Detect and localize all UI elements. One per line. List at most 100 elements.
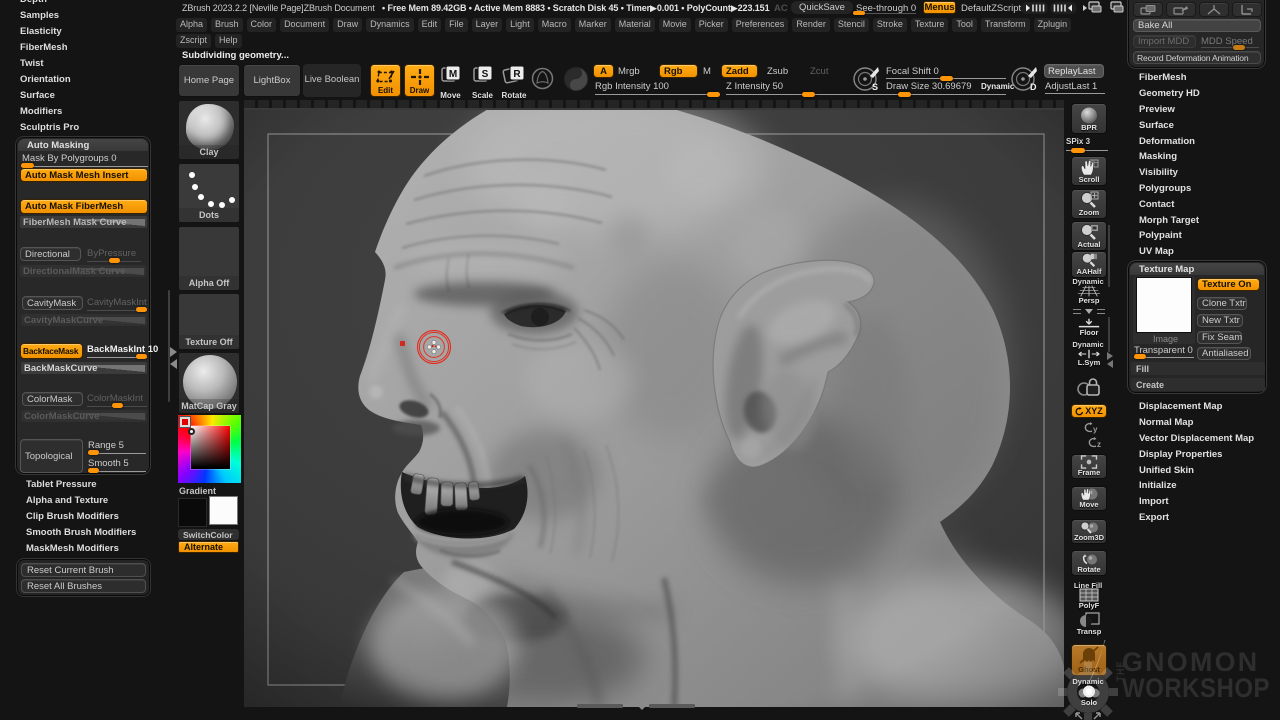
canvas-scroll-widget[interactable] xyxy=(577,702,695,710)
default-zscript-label[interactable]: DefaultZScript xyxy=(961,3,1021,14)
menu-item[interactable]: Stencil xyxy=(834,18,869,32)
lightbox-button[interactable]: LightBox xyxy=(243,64,301,97)
topological-button[interactable]: Topological xyxy=(20,439,83,473)
rotate-button[interactable]: R Rotate xyxy=(500,65,528,98)
menu-item[interactable]: Layer xyxy=(472,18,503,32)
tool-map-item[interactable]: Initialize xyxy=(1139,478,1254,494)
brush-modifier-item[interactable]: Alpha and Texture xyxy=(26,492,136,508)
zsub-label[interactable]: Zsub xyxy=(767,66,788,77)
rgb-button[interactable]: Rgb xyxy=(659,64,698,78)
mdd-speed-slider[interactable]: MDD Speed xyxy=(1201,36,1253,47)
tool-map-item[interactable]: Export xyxy=(1139,510,1254,526)
back-mask-curve[interactable]: BackMaskCurve xyxy=(21,362,147,374)
brush-subpalette-item[interactable]: FiberMesh xyxy=(20,40,79,56)
bpr-button[interactable]: BPR xyxy=(1071,103,1107,134)
move-button[interactable]: M Move xyxy=(437,65,464,98)
ghost-button[interactable]: Ghost xyxy=(1071,644,1107,676)
right-divider-arrow-left-icon[interactable] xyxy=(1107,360,1113,368)
actual-button[interactable]: Actual xyxy=(1071,221,1107,251)
menu-item[interactable]: Zplugin xyxy=(1034,18,1072,32)
scroll-down-arrow-icon[interactable] xyxy=(638,706,646,710)
menu-item[interactable]: Help xyxy=(215,34,242,48)
directional-mask-curve[interactable]: DirectionalMask Curve xyxy=(20,265,146,277)
switch-color-button[interactable]: SwitchColor xyxy=(178,529,239,540)
create-button[interactable]: Create xyxy=(1131,378,1265,391)
texture-map-header[interactable]: Texture Map xyxy=(1130,263,1264,275)
rotate-3d-button[interactable]: Rotate xyxy=(1071,550,1107,576)
auto-mask-fibermesh-button[interactable]: Auto Mask FiberMesh xyxy=(20,199,148,214)
auto-mask-mesh-insert-button[interactable]: Auto Mask Mesh Insert xyxy=(20,168,148,182)
rgb-intensity-slider[interactable]: Rgb Intensity 100 xyxy=(595,81,669,92)
fibermesh-mask-curve[interactable]: FiberMesh Mask Curve xyxy=(20,216,147,228)
frame-button[interactable]: Frame xyxy=(1071,454,1107,479)
tool-subpalette-item[interactable]: Masking xyxy=(1139,149,1200,165)
z-rotate-icon[interactable]: z xyxy=(1084,437,1102,449)
menu-item[interactable]: Zscript xyxy=(176,34,211,48)
spix-slider[interactable]: SPix 3 xyxy=(1066,137,1100,146)
reset-current-brush-button[interactable]: Reset Current Brush xyxy=(21,563,146,577)
menu-item[interactable]: Marker xyxy=(575,18,611,32)
texture-image-thumbnail[interactable] xyxy=(1136,277,1192,333)
mrgb-label[interactable]: Mrgb xyxy=(618,66,640,77)
tool-subpalette-item[interactable]: Deformation xyxy=(1139,133,1200,149)
right-tray-scrollbar[interactable] xyxy=(1108,225,1110,287)
z-intensity-slider[interactable]: Z Intensity 50 xyxy=(726,81,783,92)
home-page-button[interactable]: Home Page xyxy=(178,64,240,97)
divider-bars-right-icon[interactable] xyxy=(1050,2,1077,14)
scroll-left-bar[interactable] xyxy=(577,704,623,708)
brush-subpalette-item[interactable]: Samples xyxy=(20,8,79,24)
right-divider-arrow-icon[interactable] xyxy=(1107,352,1113,360)
window-stack-left-icon[interactable] xyxy=(1083,1,1105,15)
mask-by-polygroups-slider[interactable]: Mask By Polygroups 0 xyxy=(22,153,117,164)
right-tray-scrollbar2[interactable] xyxy=(1108,317,1110,352)
menu-item[interactable]: Edit xyxy=(418,18,442,32)
stroke-preview-icon[interactable] xyxy=(563,66,589,92)
menu-item[interactable]: Macro xyxy=(538,18,571,32)
auto-masking-header[interactable]: Auto Masking xyxy=(18,139,148,151)
solo-button[interactable]: Solo xyxy=(1074,685,1104,709)
xyz-button[interactable]: XYZ xyxy=(1071,404,1107,418)
menu-item[interactable]: Texture xyxy=(911,18,949,32)
mdd-icon-button-4[interactable] xyxy=(1232,2,1262,17)
left-divider-arrow-left-icon[interactable] xyxy=(170,359,177,369)
menu-item[interactable]: Transform xyxy=(981,18,1030,32)
strip-corner-arrows-icon[interactable] xyxy=(1074,711,1102,720)
menu-item[interactable]: Light xyxy=(506,18,534,32)
edit-button[interactable]: Edit xyxy=(370,64,401,97)
tool-map-item[interactable]: Display Properties xyxy=(1139,446,1254,462)
brush-subpalette-item[interactable]: Sculptris Pro xyxy=(20,119,79,135)
bake-all-button[interactable]: Bake All xyxy=(1133,19,1261,32)
brush-subpalette-item[interactable]: Elasticity xyxy=(20,24,79,40)
color-mask-button[interactable]: ColorMask xyxy=(22,392,83,406)
current-brush-tile[interactable]: Clay xyxy=(178,100,240,160)
see-through-handle[interactable] xyxy=(853,11,865,15)
menu-item[interactable]: Draw xyxy=(333,18,362,32)
lsym-button[interactable]: L.Sym xyxy=(1072,349,1106,375)
mrgb-a-button[interactable]: A xyxy=(593,64,614,78)
tool-subpalette-item[interactable]: Geometry HD xyxy=(1139,86,1200,102)
mdd-icon-button-1[interactable] xyxy=(1133,2,1163,17)
draw-button[interactable]: Draw xyxy=(404,64,435,97)
y-rotate-icon[interactable]: y xyxy=(1080,422,1098,434)
tool-subpalette-item[interactable]: Visibility xyxy=(1139,165,1200,181)
reset-all-brushes-button[interactable]: Reset All Brushes xyxy=(21,579,146,593)
adjust-last-slider[interactable]: AdjustLast 1 xyxy=(1045,81,1097,92)
current-alpha-tile[interactable]: Alpha Off xyxy=(178,226,240,291)
menu-item[interactable]: Movie xyxy=(659,18,691,32)
clone-txtr-button[interactable]: Clone Txtr xyxy=(1197,297,1247,310)
menu-item[interactable]: Dynamics xyxy=(366,18,414,32)
tool-map-item[interactable]: Import xyxy=(1139,494,1254,510)
menu-item[interactable]: Picker xyxy=(695,18,728,32)
live-boolean-button[interactable]: Live Boolean xyxy=(303,64,361,97)
menu-item[interactable]: Document xyxy=(280,18,329,32)
backface-mask-button[interactable]: BackfaceMask xyxy=(20,343,83,359)
tool-map-item[interactable]: Displacement Map xyxy=(1139,399,1254,415)
move-3d-button[interactable]: Move xyxy=(1071,486,1107,511)
menu-item[interactable]: Alpha xyxy=(176,18,207,32)
zcut-label[interactable]: Zcut xyxy=(810,66,828,77)
brush-settings-s-icon[interactable]: S xyxy=(852,64,881,95)
switch-color-swatch-white[interactable] xyxy=(209,496,238,525)
tool-subpalette-item[interactable]: Surface xyxy=(1139,117,1200,133)
color-mask-curve[interactable]: ColorMaskCurve xyxy=(21,410,147,422)
mdd-icon-button-2[interactable] xyxy=(1166,2,1196,17)
